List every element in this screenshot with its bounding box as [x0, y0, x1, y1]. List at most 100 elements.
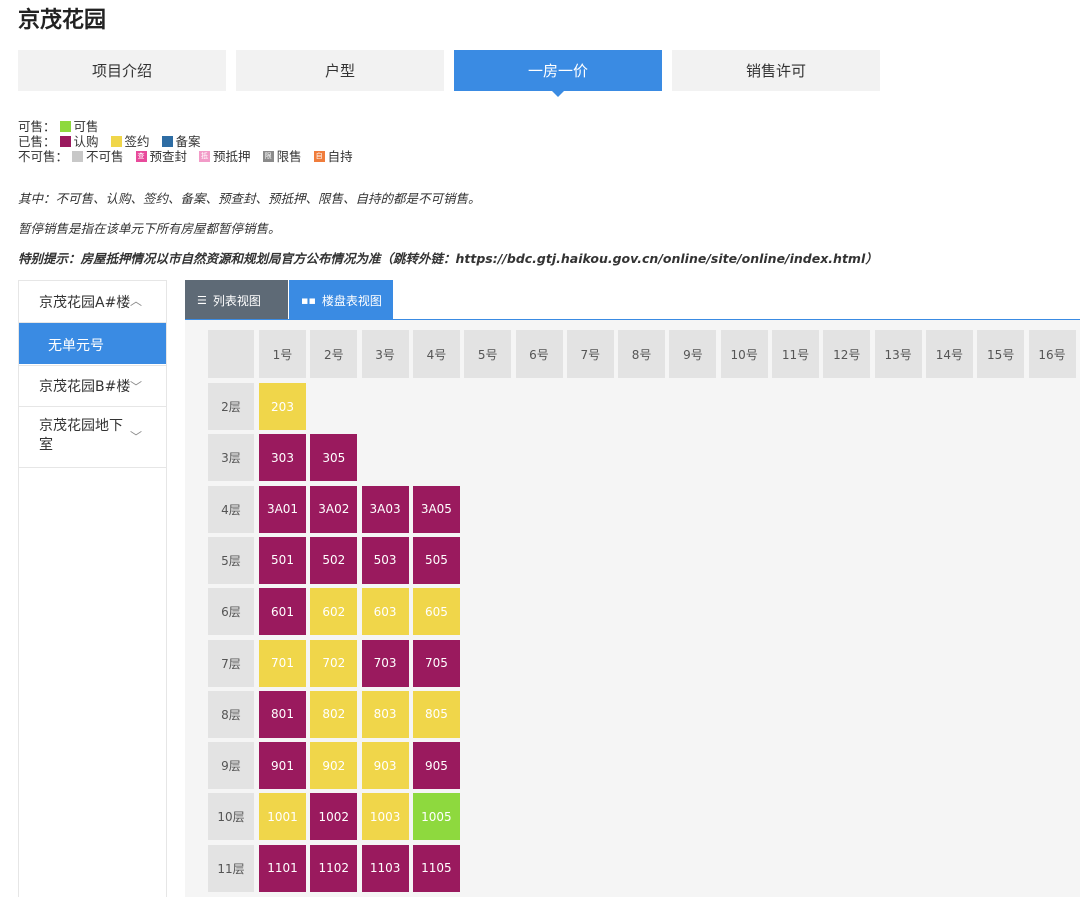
- unit-cell[interactable]: 1002: [310, 793, 357, 840]
- floor-label: 8层: [208, 691, 254, 738]
- unit-cell[interactable]: 602: [310, 588, 357, 635]
- legend-swatch-icon: 查: [136, 151, 147, 162]
- chevron-down-icon: ﹀: [130, 378, 142, 395]
- sidebar-item-label: 京茂花园B#楼: [39, 376, 130, 396]
- tab-price-list[interactable]: 一房一价: [454, 50, 662, 91]
- unit-cell[interactable]: 505: [413, 537, 460, 584]
- column-header: 13号: [875, 330, 922, 378]
- chevron-down-icon: ﹀: [130, 428, 142, 445]
- unit-cell[interactable]: 701: [259, 640, 306, 687]
- unit-cell[interactable]: 3A05: [413, 486, 460, 533]
- unit-cell[interactable]: 1003: [362, 793, 409, 840]
- list-view-tab[interactable]: ☰ 列表视图: [185, 280, 288, 320]
- unit-cell[interactable]: 3A03: [362, 486, 409, 533]
- legend-swatch-icon: 抵: [199, 151, 210, 162]
- unit-cell[interactable]: 303: [259, 434, 306, 481]
- legend-not-for-sale-item: 查预查封: [136, 149, 188, 164]
- note-mortgage-link[interactable]: 特别提示：房屋抵押情况以市自然资源和规划局官方公布情况为准（跳转外链：https…: [18, 248, 878, 267]
- grid-icon: ▪▪: [301, 294, 316, 307]
- sidebar-unit-none[interactable]: 无单元号: [19, 323, 166, 364]
- unit-cell[interactable]: 803: [362, 691, 409, 738]
- unit-cell[interactable]: 1001: [259, 793, 306, 840]
- legend-not-for-sale-row: 不可售： 不可售查预查封抵预抵押限限售自自持: [18, 149, 365, 164]
- column-header: 16号: [1029, 330, 1076, 378]
- unit-cell[interactable]: 605: [413, 588, 460, 635]
- unit-cell[interactable]: 702: [310, 640, 357, 687]
- unit-cell[interactable]: 805: [413, 691, 460, 738]
- unit-cell[interactable]: 902: [310, 742, 357, 789]
- tab-project-intro[interactable]: 项目介绍: [18, 50, 226, 91]
- legend-swatch-icon: [111, 136, 122, 147]
- unit-cell[interactable]: 603: [362, 588, 409, 635]
- legend-swatch-glyph: 限: [263, 151, 274, 162]
- floor-label: 3层: [208, 434, 254, 481]
- unit-cell[interactable]: 1105: [413, 845, 460, 892]
- tab-sales-permit[interactable]: 销售许可: [672, 50, 880, 91]
- legend-for-sale-label: 可售：: [18, 119, 56, 134]
- list-icon: ☰: [197, 294, 207, 307]
- grid-corner-cell: [208, 330, 254, 378]
- column-header: 7号: [567, 330, 614, 378]
- tab-floor-plan[interactable]: 户型: [236, 50, 444, 91]
- legend-swatch-icon: [60, 136, 71, 147]
- unit-cell[interactable]: 305: [310, 434, 357, 481]
- unit-cell[interactable]: 203: [259, 383, 306, 430]
- column-header: 10号: [721, 330, 768, 378]
- unit-cell[interactable]: 1102: [310, 845, 357, 892]
- grid-view-tab[interactable]: ▪▪ 楼盘表视图: [289, 280, 393, 320]
- unit-cell[interactable]: 905: [413, 742, 460, 789]
- page-title: 京茂花园: [18, 2, 106, 34]
- legend-swatch-icon: [60, 121, 71, 132]
- floor-label: 11层: [208, 845, 254, 892]
- floor-label: 6层: [208, 588, 254, 635]
- legend-label: 认购: [74, 134, 99, 149]
- sidebar-item-basement[interactable]: 京茂花园地下室 ﹀: [19, 406, 166, 468]
- sidebar-item-building-a[interactable]: 京茂花园A#楼 ︿: [19, 281, 166, 323]
- unit-cell[interactable]: 703: [362, 640, 409, 687]
- unit-cell[interactable]: 501: [259, 537, 306, 584]
- legend-swatch-icon: 限: [263, 151, 274, 162]
- unit-cell[interactable]: 3A02: [310, 486, 357, 533]
- unit-cell[interactable]: 901: [259, 742, 306, 789]
- column-header: 14号: [926, 330, 973, 378]
- column-header: 5号: [464, 330, 511, 378]
- column-header: 1号: [259, 330, 306, 378]
- unit-cell[interactable]: 1005: [413, 793, 460, 840]
- sidebar-item-label: 京茂花园地下室: [39, 417, 127, 455]
- note-unsellable: 其中：不可售、认购、签约、备案、预查封、预抵押、限售、自持的都是不可销售。: [18, 188, 481, 207]
- unit-cell[interactable]: 903: [362, 742, 409, 789]
- unit-cell[interactable]: 502: [310, 537, 357, 584]
- legend-label: 签约: [125, 134, 150, 149]
- unit-cell[interactable]: 3A01: [259, 486, 306, 533]
- column-header: 4号: [413, 330, 460, 378]
- legend-swatch-icon: [72, 151, 83, 162]
- legend-sold-item: 备案: [162, 134, 201, 149]
- sidebar-item-building-b[interactable]: 京茂花园B#楼 ﹀: [19, 365, 166, 407]
- column-header: 8号: [618, 330, 665, 378]
- legend-label: 限售: [277, 149, 302, 164]
- legend-sold-item: 认购: [60, 134, 99, 149]
- legend-not-for-sale-label: 不可售：: [18, 149, 68, 164]
- legend-swatch-icon: 自: [314, 151, 325, 162]
- unit-cell[interactable]: 503: [362, 537, 409, 584]
- unit-cell[interactable]: 1103: [362, 845, 409, 892]
- legend-swatch-icon: [162, 136, 173, 147]
- unit-cell[interactable]: 802: [310, 691, 357, 738]
- note-suspended: 暂停销售是指在该单元下所有房屋都暂停销售。: [18, 218, 281, 237]
- unit-cell[interactable]: 1101: [259, 845, 306, 892]
- legend-label: 备案: [176, 134, 201, 149]
- sidebar-item-label: 京茂花园A#楼: [39, 292, 130, 312]
- unit-cell[interactable]: 801: [259, 691, 306, 738]
- sidebar-unit-label: 无单元号: [48, 335, 104, 355]
- legend-swatch-glyph: 抵: [199, 151, 210, 162]
- floor-label: 4层: [208, 486, 254, 533]
- legend-not-for-sale-item: 限限售: [263, 149, 302, 164]
- unit-cell[interactable]: 705: [413, 640, 460, 687]
- legend-label: 不可售: [86, 149, 124, 164]
- legend-not-for-sale-item: 不可售: [72, 149, 124, 164]
- column-header: 11号: [772, 330, 819, 378]
- unit-cell[interactable]: 601: [259, 588, 306, 635]
- list-view-label: 列表视图: [213, 292, 261, 309]
- legend-sold-label: 已售：: [18, 134, 56, 149]
- legend-for-sale-item: 可售: [60, 119, 99, 134]
